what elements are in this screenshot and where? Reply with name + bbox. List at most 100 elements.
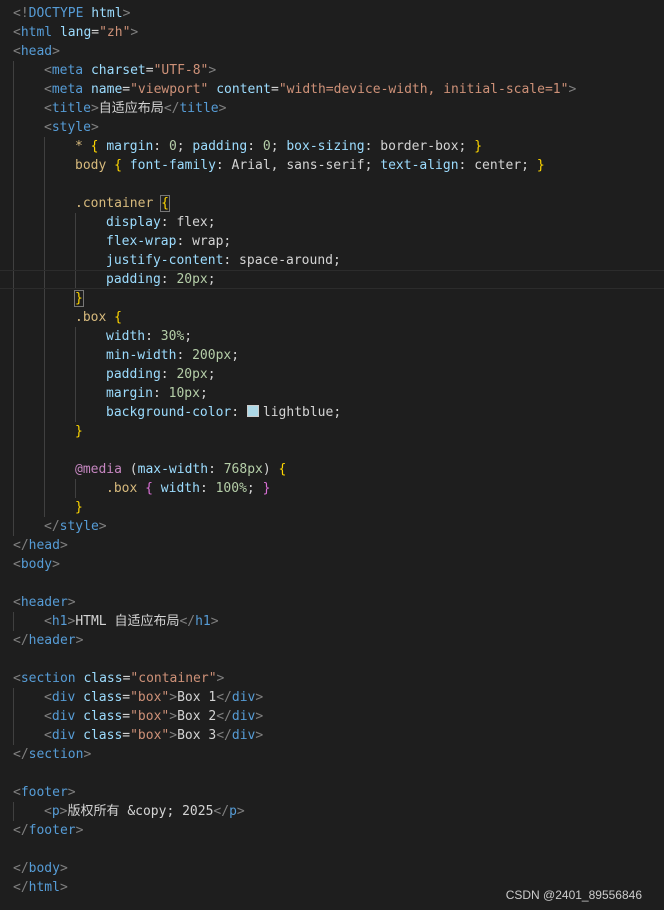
code-line-content: </body> (13, 861, 68, 876)
code-token: } (75, 424, 83, 439)
indent-guide (75, 479, 76, 498)
code-line[interactable]: } (0, 498, 664, 517)
code-line[interactable]: </header> (0, 631, 664, 650)
code-line[interactable]: <footer> (0, 783, 664, 802)
code-line-content: } (13, 424, 83, 439)
code-token: } (262, 481, 271, 496)
code-token: { (114, 310, 122, 325)
code-line[interactable]: <title>自适应布局</title> (0, 99, 664, 118)
code-line[interactable]: display: flex; (0, 213, 664, 232)
indent-guide (44, 384, 45, 403)
code-token: name (90, 82, 123, 97)
code-line[interactable]: .box { (0, 308, 664, 327)
code-token: ; (231, 348, 240, 363)
indent-guide (44, 498, 45, 517)
indent-guide (13, 707, 14, 726)
code-token: style (51, 120, 91, 135)
code-line[interactable] (0, 574, 664, 593)
code-line[interactable]: background-color: lightblue; (0, 403, 664, 422)
code-token: div (51, 709, 76, 724)
indent-guide (13, 498, 14, 517)
code-line-content: } (13, 290, 84, 307)
code-line[interactable]: .container { (0, 194, 664, 213)
code-token: font-family (129, 158, 216, 173)
code-line[interactable]: flex-wrap: wrap; (0, 232, 664, 251)
code-line[interactable]: body { font-family: Arial, sans-serif; t… (0, 156, 664, 175)
code-token: "viewport" (130, 82, 209, 97)
code-line[interactable]: width: 30%; (0, 327, 664, 346)
code-token: < (44, 709, 52, 724)
code-line[interactable]: <!DOCTYPE html> (0, 4, 664, 23)
code-line[interactable]: } (0, 289, 664, 308)
code-line[interactable]: } (0, 422, 664, 441)
code-line[interactable] (0, 764, 664, 783)
code-line[interactable] (0, 441, 664, 460)
code-token: 768px (223, 462, 263, 477)
code-line[interactable] (0, 175, 664, 194)
code-line[interactable]: </style> (0, 517, 664, 536)
code-token: header (28, 633, 76, 648)
code-line[interactable]: margin: 10px; (0, 384, 664, 403)
code-line-content: <div class="box">Box 1</div> (13, 690, 263, 705)
code-line[interactable]: min-width: 200px; (0, 346, 664, 365)
code-token: text-align (380, 158, 459, 173)
indent-guide (13, 137, 14, 156)
code-line-content: <h1>HTML 自适应布局</h1> (13, 614, 219, 629)
color-swatch-icon[interactable] (246, 405, 259, 417)
code-token: html (91, 6, 123, 21)
code-line[interactable]: </section> (0, 745, 664, 764)
code-token: display (106, 215, 161, 230)
code-line[interactable]: </body> (0, 859, 664, 878)
code-line[interactable]: <html lang="zh"> (0, 23, 664, 42)
indent-guide (44, 156, 45, 175)
code-token: </ (216, 728, 232, 743)
code-token: } (75, 500, 83, 515)
code-token: h1 (195, 614, 211, 629)
code-line[interactable]: <div class="box">Box 3</div> (0, 726, 664, 745)
code-token: </ (13, 633, 29, 648)
code-line-content: flex-wrap: wrap; (13, 234, 231, 249)
code-line[interactable]: padding: 20px; (0, 270, 664, 289)
code-line[interactable]: <p>版权所有 &copy; 2025</p> (0, 802, 664, 821)
code-line[interactable]: @media (max-width: 768px) { (0, 460, 664, 479)
code-line[interactable]: <div class="box">Box 1</div> (0, 688, 664, 707)
code-token: </ (13, 747, 29, 762)
code-line-content: <body> (13, 557, 60, 572)
code-line[interactable]: * { margin: 0; padding: 0; box-sizing: b… (0, 137, 664, 156)
code-line-content: </style> (13, 519, 107, 534)
code-token: > (255, 690, 264, 705)
code-token: box-sizing (286, 139, 365, 154)
code-line[interactable]: <h1>HTML 自适应布局</h1> (0, 612, 664, 631)
code-token: : (160, 367, 177, 382)
code-line-content: width: 30%; (13, 329, 192, 344)
code-editor[interactable]: <!DOCTYPE html> <html lang="zh"> <head> <me… (0, 0, 664, 910)
code-line[interactable]: <body> (0, 555, 664, 574)
code-line[interactable]: .box { width: 100%; } (0, 479, 664, 498)
code-line[interactable]: <style> (0, 118, 664, 137)
code-line[interactable]: </footer> (0, 821, 664, 840)
code-token: 20px (176, 272, 208, 287)
code-token: 0 (262, 139, 271, 154)
code-token: Box 3 (177, 728, 217, 743)
code-line[interactable]: justify-content: space-around; (0, 251, 664, 270)
code-token: width (160, 481, 200, 496)
code-line-content: </head> (13, 538, 68, 553)
code-line[interactable]: </head> (0, 536, 664, 555)
indent-guide (13, 688, 14, 707)
indent-guide (13, 271, 14, 288)
code-line[interactable]: <meta charset="UTF-8"> (0, 61, 664, 80)
code-token: > (75, 633, 84, 648)
code-line[interactable]: <div class="box">Box 2</div> (0, 707, 664, 726)
code-line[interactable] (0, 650, 664, 669)
code-token: = (122, 82, 131, 97)
code-token: ; (184, 329, 193, 344)
code-line[interactable]: <header> (0, 593, 664, 612)
code-line-content: min-width: 200px; (13, 348, 239, 363)
code-line[interactable]: padding: 20px; (0, 365, 664, 384)
code-line[interactable]: <meta name="viewport" content="width=dev… (0, 80, 664, 99)
code-line[interactable] (0, 840, 664, 859)
code-line[interactable]: <section class="container"> (0, 669, 664, 688)
code-line[interactable]: <head> (0, 42, 664, 61)
